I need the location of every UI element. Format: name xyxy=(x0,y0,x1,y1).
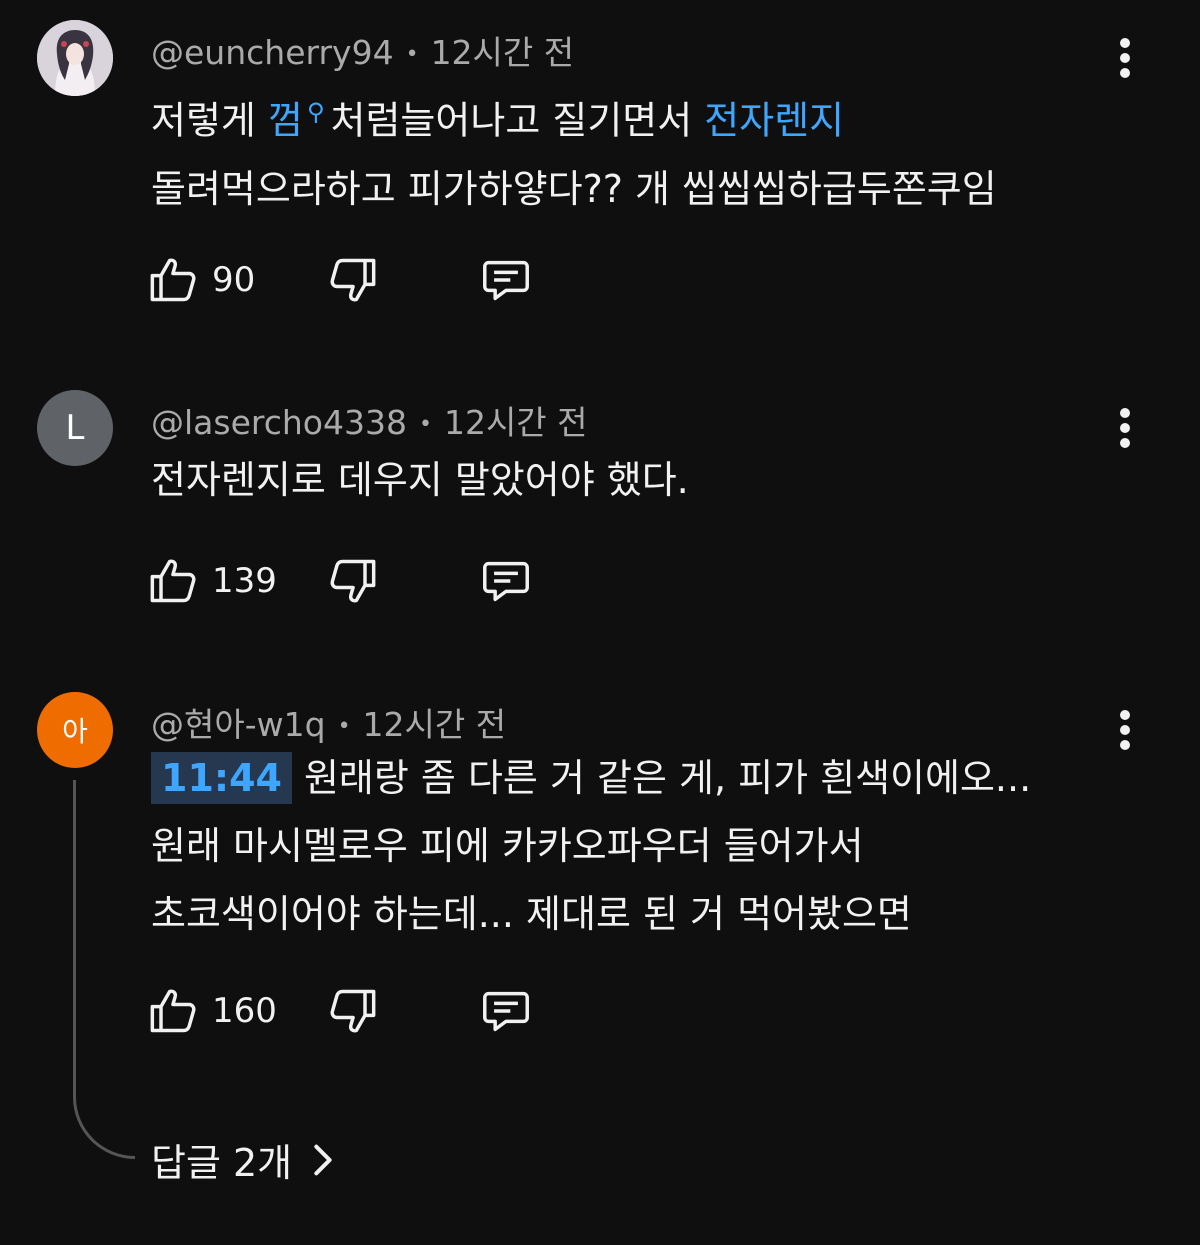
timestamp-link[interactable]: 11:44 xyxy=(151,752,292,804)
post-time: 12시간 전 xyxy=(362,705,507,744)
avatar-letter: 아 xyxy=(62,715,88,748)
text-segment: 돌려먹으라하고 피가하얗다?? 개 씹씹씹하급두쫀쿠임 xyxy=(151,166,997,211)
text-segment: 원래 마시멜로우 피에 카카오파우더 들어가서 xyxy=(151,824,864,868)
more-options-button[interactable] xyxy=(1108,708,1142,752)
comment-text: 11:44 원래랑 좀 다른 거 같은 게, 피가 흰색이에오... 원래 마시멜… xyxy=(151,744,1031,948)
author-handle[interactable]: @lasercho4338 xyxy=(151,403,407,442)
chevron-right-icon xyxy=(314,1144,332,1175)
thumbs-up-icon xyxy=(150,258,196,302)
reply-button[interactable] xyxy=(480,981,532,1041)
profile-photo xyxy=(37,20,113,96)
author-handle[interactable]: @euncherry94 xyxy=(151,33,394,72)
text-segment: 전자렌지로 데우지 말았어야 했다. xyxy=(151,458,689,502)
thumbs-down-icon xyxy=(330,989,376,1033)
avatar[interactable]: 아 xyxy=(37,692,113,768)
comment-line: 전자렌지로 데우지 말았어야 했다. xyxy=(151,446,689,514)
search-link[interactable]: 껌 xyxy=(268,99,303,143)
avatar[interactable] xyxy=(37,20,113,96)
comment-line: 원래 마시멜로우 피에 카카오파우더 들어가서 xyxy=(151,812,1031,880)
more-vert-icon xyxy=(1120,408,1130,418)
comment-text: 저렇게 껌 ⚲ 처럼늘어나고 질기면서 전자렌지 돌려먹으라하고 피가하얗다?? 개… xyxy=(151,78,997,223)
thumbs-up-icon xyxy=(150,989,196,1033)
text-segment: 초코색이어야 하는데... 제대로 된 거 먹어봤으면 xyxy=(151,892,912,936)
author-handle[interactable]: @현아-w1q xyxy=(151,705,326,744)
avatar-letter: L xyxy=(65,408,85,448)
comment-line: 돌려먹으라하고 피가하얗다?? 개 씹씹씹하급두쫀쿠임 xyxy=(151,155,997,223)
more-options-button[interactable] xyxy=(1108,36,1142,80)
separator-dot: • xyxy=(337,714,351,739)
replies-label: 답글 2개 xyxy=(151,1141,293,1185)
like-count: 90 xyxy=(212,260,256,300)
reply-button[interactable] xyxy=(480,551,532,611)
reply-thread-line xyxy=(73,780,135,1159)
like-button[interactable]: 90 xyxy=(148,250,255,310)
more-options-button[interactable] xyxy=(1108,406,1142,450)
reply-comment-icon xyxy=(483,260,529,301)
comment-header: @현아-w1q • 12시간 전 xyxy=(151,698,506,746)
like-count: 160 xyxy=(212,991,277,1031)
more-vert-icon xyxy=(1120,38,1130,48)
reply-comment-icon xyxy=(483,991,529,1032)
thumbs-up-icon xyxy=(150,559,196,603)
thumbs-down-icon xyxy=(330,559,376,603)
dislike-button[interactable] xyxy=(326,551,378,611)
text-segment: 저렇게 xyxy=(151,98,268,143)
like-button[interactable]: 160 xyxy=(148,981,277,1041)
comment-line: 저렇게 껌 ⚲ 처럼늘어나고 질기면서 전자렌지 xyxy=(151,78,997,155)
reply-button[interactable] xyxy=(480,250,532,310)
post-time: 12시간 전 xyxy=(443,403,588,442)
post-time: 12시간 전 xyxy=(430,33,575,72)
dislike-button[interactable] xyxy=(326,981,378,1041)
more-vert-icon xyxy=(1120,710,1130,720)
search-icon[interactable]: ⚲ xyxy=(307,98,325,126)
comment-line: 초코색이어야 하는데... 제대로 된 거 먹어봤으면 xyxy=(151,880,1031,948)
search-link[interactable]: 전자렌지 xyxy=(704,99,844,143)
dislike-button[interactable] xyxy=(326,250,378,310)
comment-text: 전자렌지로 데우지 말았어야 했다. xyxy=(151,446,689,514)
reply-comment-icon xyxy=(483,561,529,602)
comment-header: @euncherry94 • 12시간 전 xyxy=(151,26,574,74)
separator-dot: • xyxy=(418,412,432,437)
comment-line: 11:44 원래랑 좀 다른 거 같은 게, 피가 흰색이에오... xyxy=(151,744,1031,812)
view-replies-button[interactable]: 답글 2개 xyxy=(151,1132,340,1187)
text-segment: 원래랑 좀 다른 거 같은 게, 피가 흰색이에오... xyxy=(303,756,1032,800)
like-count: 139 xyxy=(212,561,277,601)
comment-header: @lasercho4338 • 12시간 전 xyxy=(151,396,588,444)
avatar[interactable]: L xyxy=(37,390,113,466)
separator-dot: • xyxy=(405,42,419,67)
like-button[interactable]: 139 xyxy=(148,551,277,611)
thumbs-down-icon xyxy=(330,258,376,302)
text-segment: 처럼늘어나고 질기면서 xyxy=(330,98,705,143)
